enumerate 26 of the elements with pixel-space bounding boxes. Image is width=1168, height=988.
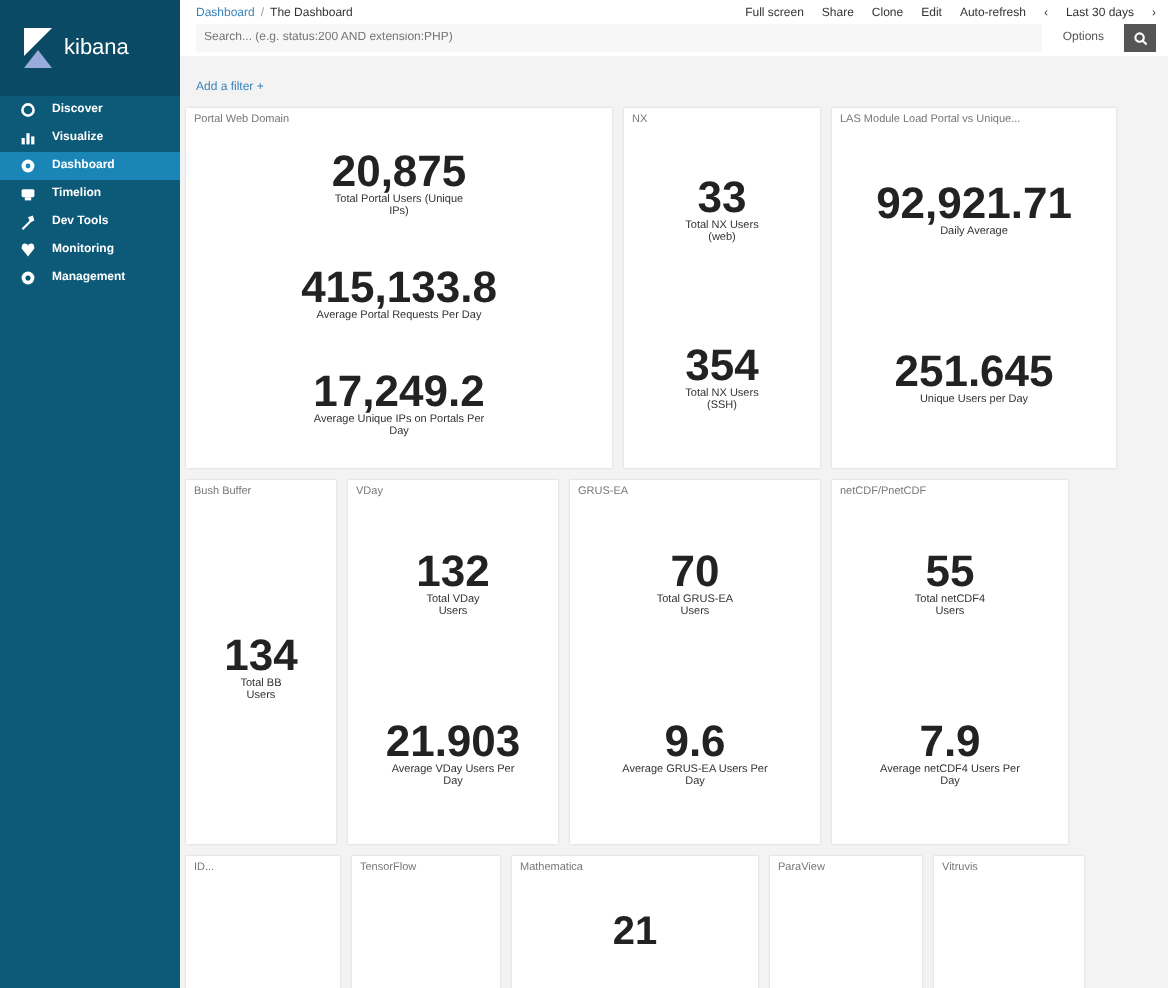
metric-value: 33 — [697, 176, 747, 220]
metric-value: 134 — [224, 634, 298, 678]
bar-chart-icon — [20, 130, 36, 146]
metric-value: 354 — [685, 344, 759, 388]
metric-value: 132 — [416, 549, 490, 593]
metric-value: 17,249.2 — [313, 370, 485, 414]
heart-icon — [20, 242, 36, 258]
search-button[interactable] — [1124, 24, 1156, 52]
metric-value: 92,921.71 — [876, 182, 1072, 226]
wrench-icon — [20, 214, 36, 230]
compass-icon — [20, 102, 36, 118]
search-icon — [1133, 31, 1147, 45]
gear-icon — [20, 270, 36, 286]
metric-value: 9.6 — [664, 719, 726, 763]
metric-value: 55 — [925, 549, 975, 593]
metric-value: 70 — [670, 549, 720, 593]
logo-icon — [24, 28, 52, 68]
metric-value: 251.645 — [894, 350, 1054, 394]
logo-text: kibana — [64, 36, 129, 60]
dashboard-icon — [20, 158, 36, 174]
metric-value: 20,875 — [331, 150, 467, 194]
metric-value: 415,133.8 — [301, 266, 497, 310]
metric-value: 21.903 — [385, 719, 521, 763]
metric-value: 21 — [612, 912, 658, 952]
metric-value: 7.9 — [919, 719, 981, 763]
monitor-icon — [20, 186, 36, 202]
